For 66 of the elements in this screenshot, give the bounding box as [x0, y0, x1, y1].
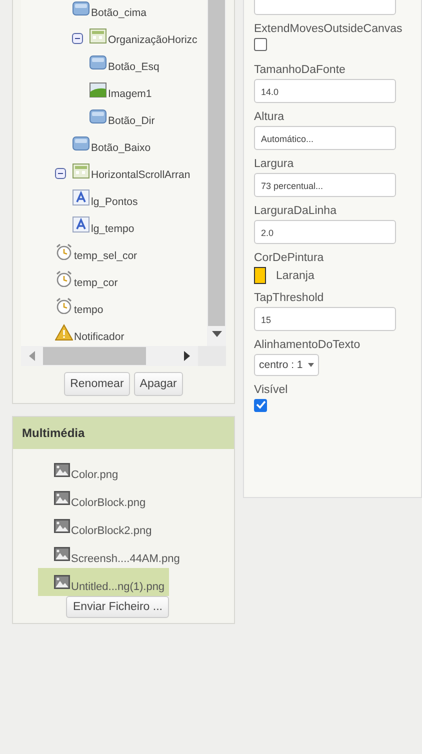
tree-item[interactable]: lg_Pontos [91, 193, 138, 208]
property-label: TapThreshold [254, 292, 325, 304]
property-label: Largura [254, 158, 295, 170]
tree-item[interactable]: HorizontalScrollArran [91, 166, 190, 181]
tree-item[interactable]: Botão_Baixo [91, 139, 151, 154]
down-arrow-icon[interactable] [212, 331, 222, 337]
action-button[interactable]: Apagar [134, 372, 183, 396]
text-field[interactable]: 2.0 [254, 220, 396, 244]
tree-item[interactable]: tempo [74, 301, 104, 316]
label-icon [72, 189, 90, 206]
image-icon [89, 81, 107, 98]
tree-item[interactable]: Botão_cima [91, 4, 146, 19]
image-icon [54, 519, 70, 533]
button-icon [89, 108, 107, 125]
media-file[interactable]: ColorBlock2.png [38, 512, 156, 540]
text-field[interactable]: 14.0 [254, 79, 396, 103]
button-icon [72, 0, 90, 17]
frame-icon [89, 27, 107, 44]
color-swatch[interactable] [254, 267, 266, 284]
tree-item[interactable]: Botão_Dir [108, 112, 155, 127]
upload-button[interactable]: Enviar Ficheiro ... [66, 596, 170, 618]
tree-item[interactable]: OrganizaçãoHorizc [108, 31, 198, 46]
collapse-toggle[interactable] [72, 33, 83, 44]
tree-item[interactable]: temp_sel_cor [74, 247, 138, 262]
tree-item[interactable]: Imagem1 [108, 85, 152, 100]
text-field[interactable]: Automático... [254, 126, 396, 150]
button-icon [89, 54, 107, 71]
tree-item[interactable]: Botão_Esq [108, 58, 160, 73]
alarm-clock-icon [55, 297, 73, 314]
image-icon [54, 491, 70, 505]
button-icon [72, 135, 90, 152]
collapse-toggle[interactable] [55, 168, 66, 179]
action-button[interactable]: Renomear [64, 372, 130, 396]
panel-header: Multimédia [13, 417, 234, 449]
caret-icon [308, 363, 314, 367]
vertical-scrollbar[interactable] [207, 0, 226, 346]
property-label: TamanhoDaFonte [254, 64, 346, 76]
property-label: CorDePintura [254, 252, 325, 264]
frame-icon [72, 162, 90, 179]
image-icon [54, 463, 70, 477]
tree-item[interactable]: Notificador [74, 328, 124, 343]
checkbox[interactable] [254, 399, 267, 412]
image-icon [54, 575, 70, 589]
property-label: ExtendMovesOutsideCanvas [254, 23, 404, 35]
warning-icon [55, 324, 73, 341]
dropdown[interactable]: centro : 1 [254, 354, 319, 376]
checkbox[interactable] [254, 38, 267, 51]
media-file[interactable]: Color.png [38, 456, 122, 484]
right-arrow-icon[interactable] [184, 351, 190, 361]
tree-item[interactable]: temp_cor [74, 274, 118, 289]
property-label: LarguraDaLinha [254, 205, 338, 217]
media-file[interactable]: ColorBlock.png [38, 484, 150, 512]
color-name: Laranja [276, 270, 314, 282]
text-field[interactable]: 15 [254, 307, 396, 331]
tree-item[interactable]: lg_tempo [91, 220, 134, 235]
media-file[interactable]: Screensh....44AM.png [38, 540, 184, 568]
text-field[interactable]: 73 percentual... [254, 173, 396, 197]
media-file[interactable]: Untitled...ng(1).png [38, 568, 169, 596]
property-label: Altura [254, 111, 286, 123]
image-icon [54, 547, 70, 561]
horizontal-scrollbar[interactable] [21, 346, 226, 366]
alarm-clock-icon [55, 243, 73, 260]
alarm-clock-icon [55, 270, 73, 287]
property-label: AlinhamentoDoTexto [254, 339, 362, 351]
property-label: Visível [254, 384, 289, 396]
label-icon [72, 216, 90, 233]
